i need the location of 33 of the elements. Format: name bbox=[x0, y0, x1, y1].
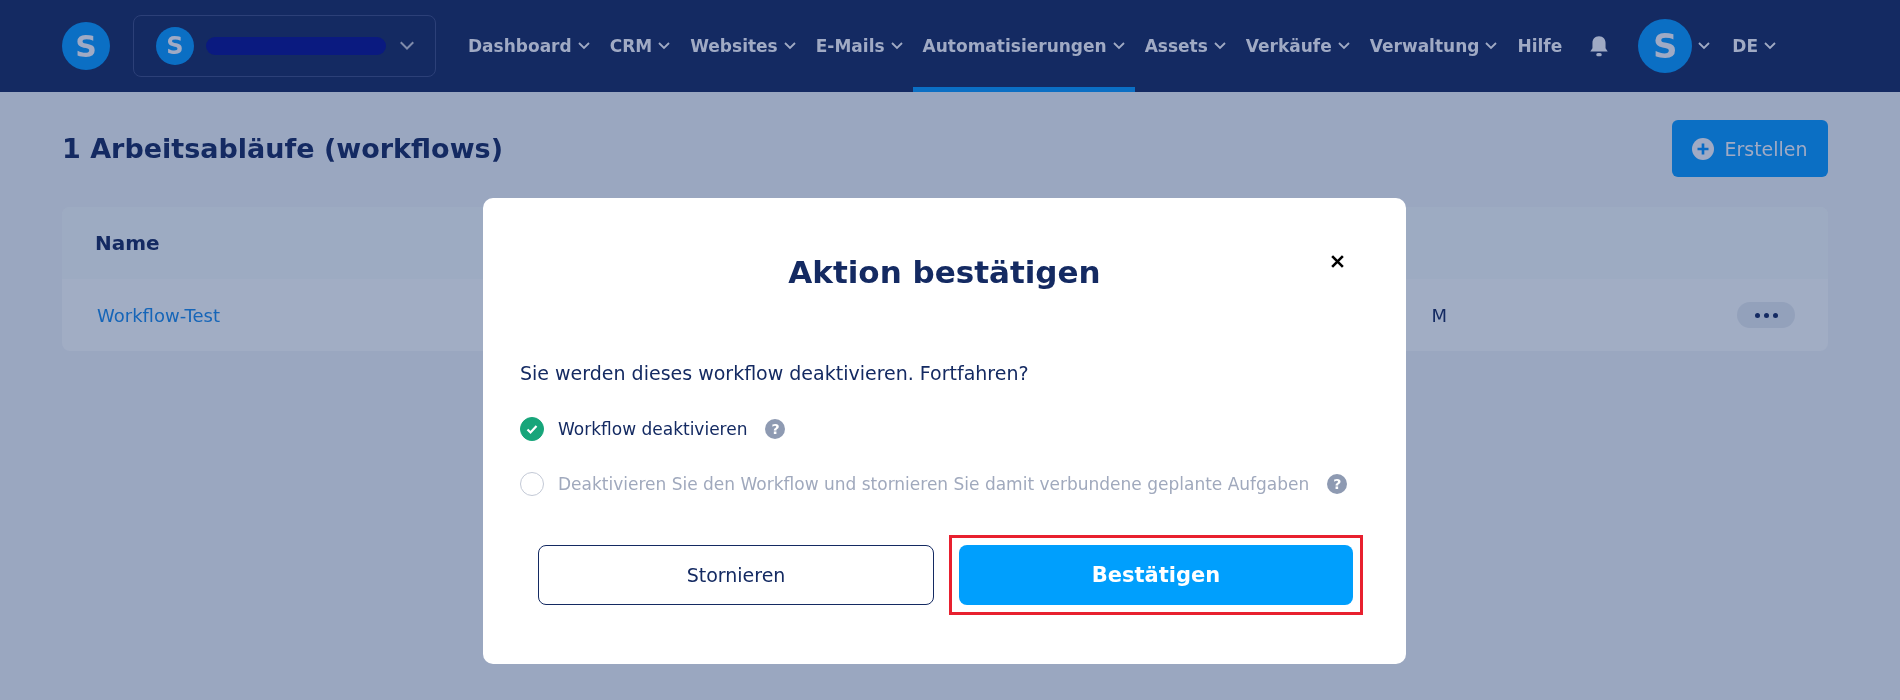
column-header: Name bbox=[95, 231, 160, 255]
nav-menu-item[interactable]: Verwaltung bbox=[1359, 0, 1508, 92]
nav-menu-item[interactable]: Assets bbox=[1134, 0, 1236, 92]
close-icon[interactable] bbox=[1330, 254, 1345, 269]
nav-menu-item[interactable]: Websites bbox=[680, 0, 806, 92]
chevron-down-icon bbox=[399, 41, 415, 51]
chevron-down-icon[interactable] bbox=[783, 42, 796, 50]
chevron-down-icon[interactable] bbox=[658, 42, 671, 50]
chevron-down-icon[interactable] bbox=[1698, 42, 1711, 50]
nav-menu-item[interactable]: Automatisierungen bbox=[912, 0, 1135, 92]
dialog-message: Sie werden dieses workflow deaktivieren. Fortfahren? bbox=[520, 362, 1030, 384]
nav-menu-item[interactable]: E-Mails bbox=[805, 0, 913, 92]
option-label[interactable]: Workflow deaktivieren bbox=[558, 419, 748, 439]
chevron-down-icon[interactable] bbox=[1485, 42, 1498, 50]
cancel-button[interactable]: Stornieren bbox=[538, 545, 934, 605]
checkmark-icon bbox=[525, 422, 539, 436]
table-cell: M bbox=[1431, 304, 1447, 326]
dialog-title: Aktion bestätigen bbox=[788, 254, 1101, 290]
chevron-down-icon[interactable] bbox=[1213, 42, 1226, 50]
nav-menu-item[interactable]: Hilfe bbox=[1507, 0, 1573, 92]
page-title: 1 Arbeitsabläufe (workflows) bbox=[62, 133, 503, 164]
radio-button[interactable] bbox=[520, 417, 544, 441]
more-options-button[interactable] bbox=[1737, 302, 1795, 328]
chevron-down-icon[interactable] bbox=[577, 42, 590, 50]
nav-menu-item[interactable]: Dashboard bbox=[458, 0, 600, 92]
nav-menu-item[interactable]: Verkäufe bbox=[1235, 0, 1360, 92]
nav-menu-item[interactable]: CRM bbox=[599, 0, 681, 92]
chevron-down-icon[interactable] bbox=[890, 42, 903, 50]
language-selector[interactable]: DE bbox=[1732, 36, 1758, 56]
chevron-down-icon[interactable] bbox=[1337, 42, 1350, 50]
plus-circle-icon bbox=[1692, 137, 1715, 160]
chevron-down-icon[interactable] bbox=[1764, 42, 1776, 50]
chevron-down-icon[interactable] bbox=[1112, 42, 1125, 50]
